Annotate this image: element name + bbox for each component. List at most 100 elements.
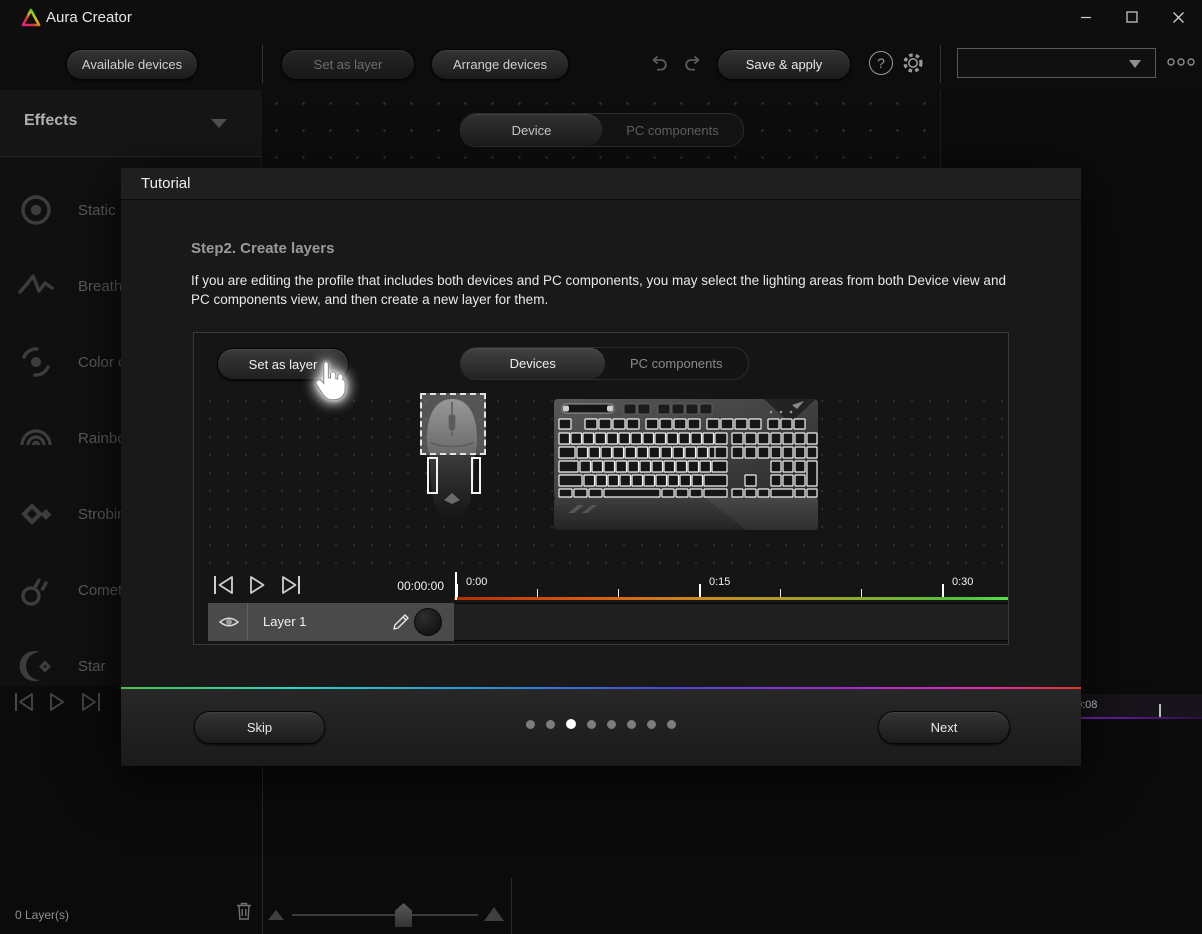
ruler-tick — [618, 589, 619, 597]
footer-rainbow-line — [121, 687, 1081, 689]
star-effect-label: Star — [78, 657, 106, 675]
keyboard-device — [554, 399, 818, 530]
tutorial-playback-controls — [214, 576, 300, 594]
toolbar-divider-2 — [940, 45, 941, 83]
rainbow-effect-icon — [20, 429, 52, 446]
background-ruler-line — [1060, 717, 1202, 719]
effects-header-label: Effects — [24, 112, 78, 129]
set-as-layer-label: Set as layer — [313, 57, 383, 72]
tutorial-title: Tutorial — [141, 175, 191, 192]
save-apply-button[interactable]: Save & apply — [717, 49, 851, 80]
tutorial-tab-pc-components: PC components — [605, 348, 749, 379]
zoom-slider-track[interactable] — [292, 914, 478, 916]
comet-effect-icon — [21, 578, 48, 606]
bottom-divider — [262, 766, 263, 934]
star-effect-icon — [19, 651, 51, 681]
ruler-tick-label: 0:30 — [952, 576, 974, 588]
pagination-dot — [587, 719, 596, 729]
chevron-down-icon — [1129, 60, 1141, 68]
tutorial-tab-devices: Devices — [461, 348, 605, 379]
app-title: Aura Creator — [46, 9, 132, 26]
layer-count: 0 Layer(s) — [15, 908, 70, 922]
undo-icon[interactable] — [646, 51, 670, 75]
available-devices-button[interactable]: Available devices — [66, 49, 198, 80]
background-ruler: 0:08 — [1060, 694, 1202, 719]
tutorial-set-as-layer-label: Set as layer — [248, 356, 318, 372]
next-label: Next — [930, 720, 958, 735]
more-options-icon[interactable] — [1166, 56, 1196, 68]
tutorial-layer-row: Layer 1 — [208, 603, 454, 641]
aura-creator-window: Aura Creator Available devices Set as la… — [0, 0, 1202, 934]
tutorial-skip-start-icon — [214, 576, 233, 594]
ruler-tick — [861, 589, 862, 597]
close-button[interactable] — [1163, 6, 1193, 28]
edit-pencil-icon — [393, 614, 409, 630]
zoom-in-icon[interactable] — [484, 907, 504, 921]
save-apply-label: Save & apply — [745, 57, 823, 72]
tutorial-view-tabs: Devices PC components — [460, 347, 749, 380]
zoom-control — [268, 902, 508, 928]
pagination-dot — [566, 719, 576, 729]
next-button[interactable]: Next — [878, 711, 1010, 744]
tutorial-step-heading: Step2. Create layers — [191, 240, 335, 257]
ruler-tick — [942, 584, 944, 597]
arrange-devices-button[interactable]: Arrange devices — [431, 49, 569, 80]
tab-device[interactable]: Device — [461, 114, 602, 146]
trash-icon[interactable] — [234, 900, 254, 922]
pagination-dot — [647, 719, 656, 729]
tutorial-tab-pc-components-label: PC components — [630, 356, 723, 371]
help-icon[interactable]: ? — [869, 51, 893, 75]
pagination-dot — [667, 719, 676, 729]
tutorial-clock: 00:00:00 — [397, 579, 444, 593]
zoom-out-icon[interactable] — [268, 910, 284, 920]
set-as-layer-button[interactable]: Set as layer — [281, 49, 415, 80]
help-glyph: ? — [877, 55, 885, 71]
toolbar: Available devices Set as layer Arrange d… — [0, 36, 1202, 90]
layer-row-divider — [247, 603, 248, 641]
canvas-view-tabs: Device PC components — [460, 113, 744, 147]
tutorial-body-text: If you are editing the profile that incl… — [191, 273, 1006, 307]
maximize-button[interactable] — [1117, 6, 1147, 28]
ruler-tick-label: 0:00 — [466, 576, 488, 588]
tutorial-titlebar: Tutorial — [121, 168, 1081, 200]
tab-pc-components[interactable]: PC components — [602, 114, 743, 146]
settings-gear-icon[interactable] — [901, 51, 925, 75]
pagination-dot — [526, 719, 535, 729]
toolbar-divider — [262, 45, 263, 83]
skip-end-icon[interactable] — [82, 693, 100, 711]
static-effect-label: Static — [78, 201, 116, 219]
ruler-tick — [780, 589, 781, 597]
aura-logo-icon — [21, 8, 41, 27]
background-ruler-tick — [1159, 704, 1161, 717]
zoom-slider-handle[interactable] — [395, 903, 412, 927]
pagination-dot — [546, 719, 555, 729]
tutorial-skip-end-icon — [282, 576, 300, 594]
redo-icon[interactable] — [682, 51, 706, 75]
maximize-icon — [1126, 11, 1138, 23]
tutorial-ruler: 0:00 0:15 0:30 — [454, 570, 1008, 600]
ruler-tick-label: 0:15 — [709, 576, 731, 588]
ruler-tick — [456, 584, 458, 597]
close-icon — [1172, 11, 1184, 23]
mouse-zone-left — [427, 457, 438, 494]
minimize-icon — [1081, 16, 1091, 19]
play-icon[interactable] — [50, 693, 64, 711]
skip-start-icon[interactable] — [15, 693, 33, 711]
available-devices-label: Available devices — [81, 57, 183, 72]
titlebar: Aura Creator — [0, 0, 1202, 36]
effects-header[interactable]: Effects — [0, 90, 262, 157]
color-cycle-effect-icon — [22, 347, 50, 377]
layer-color-swatch — [414, 608, 442, 636]
bottom-divider-2 — [511, 878, 512, 934]
ruler-tick — [699, 584, 701, 597]
hand-cursor-icon — [315, 361, 346, 401]
tab-pc-components-label: PC components — [626, 122, 719, 138]
tutorial-footer: Skip Next — [121, 687, 1081, 766]
playback-controls — [15, 693, 100, 711]
tab-device-label: Device — [511, 122, 552, 138]
tutorial-layer-name: Layer 1 — [263, 614, 307, 629]
selection-rectangle — [420, 393, 486, 455]
minimize-button[interactable] — [1071, 6, 1101, 28]
pagination-dot — [607, 719, 616, 729]
profile-select[interactable] — [957, 48, 1156, 78]
